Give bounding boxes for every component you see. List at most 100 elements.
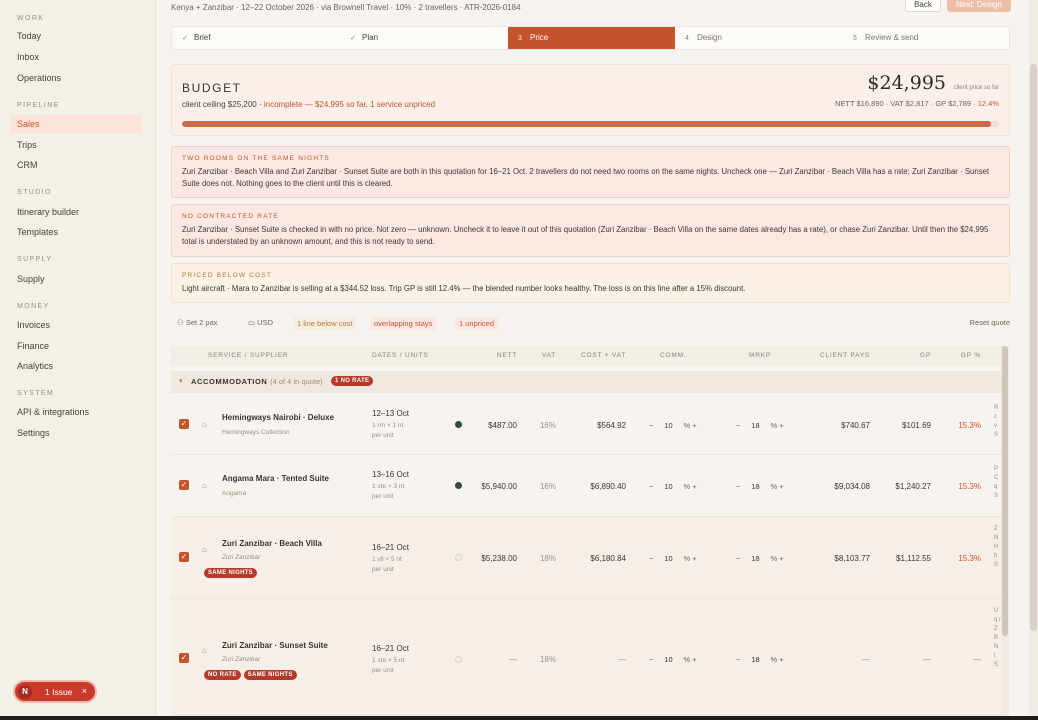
filter-below-cost[interactable]: 1 line below cost (293, 317, 357, 330)
budget-breakdown: NETT $16,890 · VAT $2,817 · GP $2,789 · … (835, 99, 999, 108)
step-number: 5 (853, 35, 857, 42)
page-scrollbar-thumb[interactable] (1030, 64, 1037, 631)
budget-title: BUDGET (182, 81, 242, 95)
step-brief[interactable]: ✓ Brief (172, 27, 340, 49)
next-design-button[interactable]: Next: Design (947, 0, 1011, 12)
row-tags: SAME NIGHTS (204, 567, 260, 578)
service-name[interactable]: Zuri Zanzibar · Beach Villa (222, 539, 322, 548)
include-checkbox[interactable]: ✓ (179, 552, 189, 562)
row-units: 1 ste × 3 nt (372, 483, 405, 490)
step-number: 4 (685, 35, 689, 42)
group-accommodation[interactable]: ▾ ACCOMMODATION (4 of 4 in quote) 1 NO R… (171, 371, 1001, 393)
comm-value[interactable]: 10 (655, 655, 681, 664)
alert-priced-below-cost: PRICED BELOW COST Light aircraft · Mara … (171, 263, 1010, 303)
bed-icon: ⌂ (202, 545, 207, 554)
sidebar-item-invoices[interactable]: Invoices (17, 320, 50, 330)
row-tags: NO RATE SAME NIGHTS (204, 669, 300, 680)
sidebar-item-crm[interactable]: CRM (17, 160, 38, 170)
page-scrollbar[interactable] (1029, 0, 1038, 720)
budget-progress-bar (182, 121, 999, 127)
filter-overlapping-stays[interactable]: overlapping stays (370, 317, 437, 330)
close-icon[interactable]: × (82, 686, 87, 696)
issues-label: 1 Issue (45, 687, 73, 697)
table-row: ✓ ⌂ Hemingways Nairobi · Deluxe Hemingwa… (171, 394, 1001, 455)
bed-icon: ⌂ (202, 646, 207, 655)
comm-value[interactable]: 10 (655, 421, 681, 430)
row-note-truncated: U q r Z B N t S (994, 608, 1001, 668)
include-checkbox[interactable]: ✓ (179, 419, 189, 429)
rate-status-dot (455, 554, 462, 561)
comm-value[interactable]: 10 (655, 554, 681, 563)
cost-vat-value: $564.92 (597, 421, 626, 430)
mrkp-value[interactable]: 18 (742, 482, 768, 491)
table-scrollbar[interactable] (1001, 346, 1009, 720)
comm-stepper[interactable]: − 10 % + (649, 655, 697, 664)
alert-body: Zuri Zanzibar · Sunset Suite is checked … (182, 225, 989, 246)
sidebar: WORK Today Inbox Operations PIPELINE Sal… (0, 0, 156, 720)
currency-button[interactable]: ▭ USD (248, 318, 273, 327)
step-plan[interactable]: ✓ Plan (340, 27, 508, 49)
row-units-basis: per unit (372, 432, 394, 439)
step-label: Plan (362, 33, 379, 42)
mrkp-value[interactable]: 18 (742, 655, 768, 664)
chevron-down-icon[interactable]: ▾ (179, 377, 183, 385)
comm-stepper[interactable]: − 10 % + (649, 421, 697, 430)
client-pays-value: $8,103.77 (834, 554, 870, 563)
group-name: ACCOMMODATION (4 of 4 in quote) (191, 377, 323, 386)
check-icon: ✓ (350, 35, 356, 42)
service-name[interactable]: Zuri Zanzibar · Sunset Suite (222, 641, 328, 650)
step-review-send[interactable]: 5 Review & send (843, 27, 1009, 49)
service-name[interactable]: Hemingways Nairobi · Deluxe (222, 413, 334, 422)
filter-bar: ⚇ Set 2 pax ▭ USD 1 line below cost over… (171, 317, 1010, 332)
back-button[interactable]: Back (905, 0, 941, 12)
table-scrollbar-thumb[interactable] (1002, 346, 1008, 636)
sidebar-item-finance[interactable]: Finance (17, 341, 49, 351)
sidebar-item-itinerary-builder[interactable]: Itinerary builder (17, 207, 79, 217)
mrkp-value[interactable]: 18 (742, 554, 768, 563)
comm-stepper[interactable]: − 10 % + (649, 554, 697, 563)
mrkp-stepper[interactable]: − 18 % + (736, 554, 784, 563)
sidebar-item-supply[interactable]: Supply (17, 274, 45, 284)
service-name[interactable]: Angama Mara · Tented Suite (222, 474, 329, 483)
set-pax-button[interactable]: ⚇ Set 2 pax (177, 318, 218, 327)
breadcrumb: Kenya + Zanzibar · 12–22 October 2026 · … (171, 3, 521, 12)
rate-status-dot (455, 421, 462, 428)
budget-card: BUDGET client ceiling $25,200 · incomple… (171, 64, 1010, 136)
row-dates: 16–21 Oct (372, 644, 409, 653)
mrkp-stepper[interactable]: − 18 % + (736, 421, 784, 430)
vat-value: 16% (539, 421, 556, 430)
mrkp-stepper[interactable]: − 18 % + (736, 655, 784, 664)
filter-unpriced[interactable]: 1 unpriced (455, 317, 499, 330)
comm-stepper[interactable]: − 10 % + (649, 482, 697, 491)
sidebar-item-analytics[interactable]: Analytics (17, 361, 53, 371)
client-pays-value: — (862, 655, 870, 664)
reset-quote-link[interactable]: Reset quote (970, 318, 1010, 327)
include-checkbox[interactable]: ✓ (179, 653, 189, 663)
step-label: Design (697, 33, 722, 42)
row-note-truncated: Z N H b S (994, 526, 999, 568)
gp-percent-value: 15.3% (958, 482, 981, 491)
col-client-pays: CLIENT PAYS (820, 352, 870, 359)
include-checkbox[interactable]: ✓ (179, 480, 189, 490)
sidebar-item-sales[interactable]: Sales (10, 115, 142, 133)
sidebar-item-operations[interactable]: Operations (17, 73, 61, 83)
mrkp-stepper[interactable]: − 18 % + (736, 482, 784, 491)
gp-percent-value: 15.3% (958, 554, 981, 563)
step-price[interactable]: 3 Price (508, 27, 675, 49)
issues-badge-button[interactable]: N 1 Issue × (13, 680, 97, 703)
table-row: ✓ ⌂ Angama Mara · Tented Suite Angama 13… (171, 455, 1001, 517)
main-content: Kenya + Zanzibar · 12–22 October 2026 · … (156, 0, 1038, 720)
col-cost-vat: COST + VAT (580, 352, 626, 359)
comm-value[interactable]: 10 (655, 482, 681, 491)
sidebar-item-settings[interactable]: Settings (17, 428, 50, 438)
budget-ceiling: client ceiling $25,200 · incomplete — $2… (182, 100, 435, 109)
sidebar-item-trips[interactable]: Trips (17, 140, 37, 150)
cost-vat-value: — (618, 655, 626, 664)
gp-value: $1,240.27 (895, 482, 931, 491)
sidebar-item-today[interactable]: Today (17, 31, 41, 41)
mrkp-value[interactable]: 18 (742, 421, 768, 430)
step-design[interactable]: 4 Design (675, 27, 843, 49)
sidebar-item-api-integrations[interactable]: API & integrations (17, 407, 89, 417)
sidebar-item-inbox[interactable]: Inbox (17, 52, 39, 62)
sidebar-item-templates[interactable]: Templates (17, 227, 58, 237)
